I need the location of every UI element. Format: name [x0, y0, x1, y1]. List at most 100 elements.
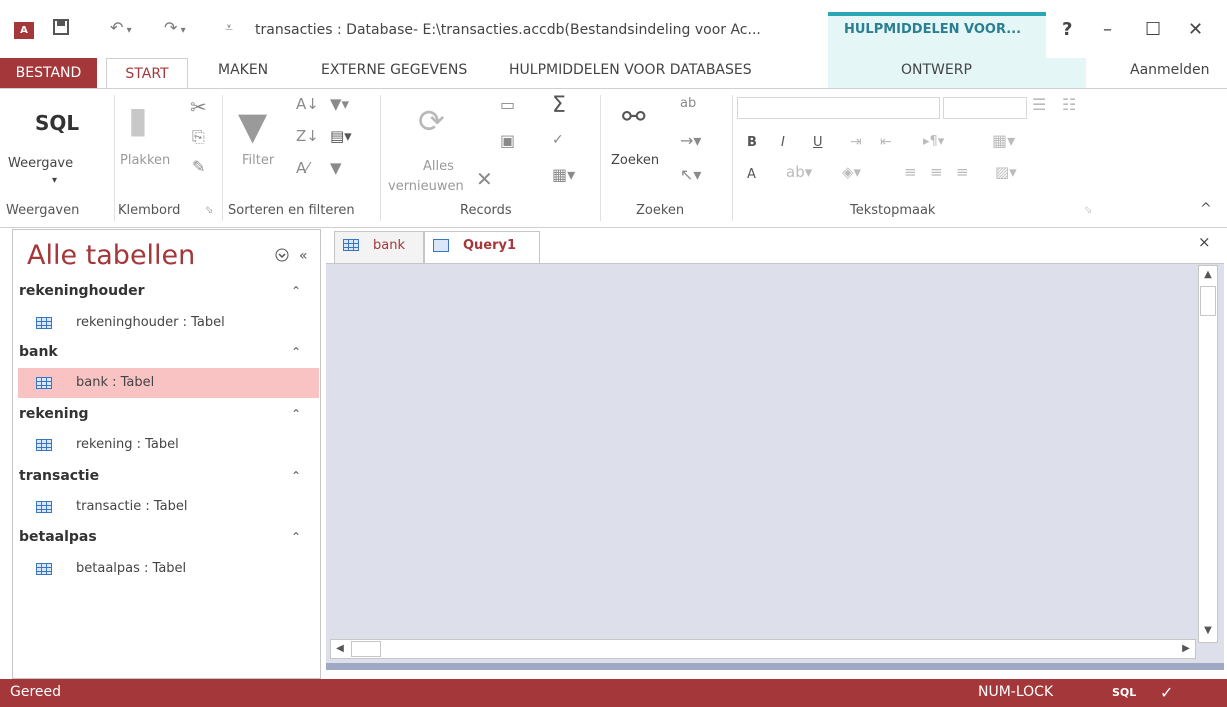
horizontal-scroll-thumb[interactable] [351, 641, 381, 657]
help-button[interactable]: ? [1062, 19, 1072, 40]
sql-view-icon[interactable]: SQL [35, 111, 79, 135]
decrease-indent-icon[interactable]: ⇤ [880, 135, 892, 149]
nav-group-header[interactable]: bank ⌃ [19, 339, 319, 365]
sort-descending-icon[interactable]: Z↓ [296, 129, 319, 144]
toggle-filter-icon[interactable]: ▼ [330, 161, 342, 176]
nav-item-table[interactable]: rekeninghouder : Tabel [18, 308, 319, 338]
nav-item-table-selected[interactable]: bank : Tabel [18, 368, 319, 398]
sort-ascending-icon[interactable]: A↓ [296, 97, 319, 112]
find-binoculars-icon[interactable]: ⚯ [622, 103, 645, 131]
replace-icon[interactable]: ab [680, 97, 696, 110]
redo-icon[interactable]: ↷ ▾ [164, 18, 186, 37]
nav-item-table[interactable]: transactie : Tabel [18, 492, 319, 522]
minimize-button[interactable]: – [1103, 19, 1112, 40]
select-icon[interactable]: ↖▾ [680, 167, 701, 183]
scroll-up-icon[interactable]: ▲ [1199, 266, 1217, 284]
refresh-all-label-2[interactable]: vernieuwen [388, 179, 464, 194]
sql-view-button[interactable]: SQL [1112, 686, 1136, 699]
tab-start[interactable]: START [106, 58, 188, 89]
tab-database-tools[interactable]: HULPMIDDELEN VOOR DATABASES [509, 62, 752, 78]
group-collapse-icon[interactable]: ⌃ [291, 524, 301, 550]
scroll-right-icon[interactable]: ▶ [1177, 640, 1195, 658]
font-color-button[interactable]: A [747, 167, 756, 182]
font-size-box[interactable] [943, 97, 1027, 119]
scroll-down-icon[interactable]: ▼ [1199, 622, 1217, 640]
nav-menu-icon[interactable] [275, 248, 289, 266]
font-name-box[interactable] [737, 97, 940, 119]
new-record-icon[interactable]: ▭ [500, 97, 515, 113]
tab-create[interactable]: MAKEN [218, 62, 268, 78]
access-app-icon[interactable]: A [14, 22, 34, 39]
doc-tab-bank[interactable]: bank [334, 231, 424, 263]
text-formatting-launcher-icon[interactable]: ⬂ [1084, 206, 1092, 216]
cut-icon[interactable]: ✂ [190, 97, 207, 117]
underline-button[interactable]: U [813, 135, 823, 150]
paste-icon[interactable]: ▮ [128, 103, 148, 139]
vertical-scroll-thumb[interactable] [1200, 286, 1216, 316]
doc-tab-query1[interactable]: Query1 [424, 231, 540, 263]
totals-icon[interactable]: Σ [552, 95, 566, 117]
pane-splitter[interactable] [326, 663, 1224, 670]
nav-item-table[interactable]: betaalpas : Tabel [18, 554, 319, 584]
group-collapse-icon[interactable]: ⌃ [291, 339, 301, 365]
clipboard-launcher-icon[interactable]: ⬂ [205, 206, 213, 216]
save-icon[interactable] [52, 18, 70, 40]
paragraph-direction-icon[interactable]: ▸¶▾ [923, 135, 944, 148]
horizontal-scrollbar[interactable]: ◀ ▶ [330, 639, 1196, 659]
bold-button[interactable]: B [747, 135, 757, 150]
align-left-icon[interactable]: ≡ [904, 165, 917, 180]
maximize-button[interactable]: ☐ [1145, 19, 1161, 40]
sign-in-link[interactable]: Aanmelden [1130, 62, 1210, 78]
close-document-icon[interactable]: × [1198, 233, 1211, 251]
nav-group-header[interactable]: rekeninghouder ⌃ [19, 278, 319, 304]
highlight-icon[interactable]: ab▾ [786, 165, 812, 180]
filter-button[interactable]: Filter [242, 153, 274, 168]
advanced-filter-icon[interactable]: ▤▾ [330, 129, 352, 144]
nav-group-header[interactable]: rekening ⌃ [19, 401, 319, 427]
find-button[interactable]: Zoeken [611, 153, 659, 168]
filter-icon[interactable]: ▼ [238, 107, 267, 145]
nav-group-header[interactable]: betaalpas ⌃ [19, 524, 319, 550]
paste-button[interactable]: Plakken [120, 153, 170, 168]
more-records-icon[interactable]: ▦▾ [552, 167, 575, 183]
clear-sort-icon[interactable]: A⁄ [296, 161, 309, 176]
collapse-ribbon-icon[interactable]: ^ [1200, 201, 1212, 217]
selection-filter-icon[interactable]: ▼▾ [330, 97, 349, 112]
group-collapse-icon[interactable]: ⌃ [291, 463, 301, 489]
refresh-all-icon[interactable]: ⟳ [418, 105, 445, 137]
view-dropdown-icon[interactable]: ▾ [52, 175, 57, 186]
customize-qat-icon[interactable]: ⩡ [225, 20, 233, 36]
group-collapse-icon[interactable]: ⌃ [291, 278, 301, 304]
undo-icon[interactable]: ↶ ▾ [110, 18, 132, 37]
fill-color-icon[interactable]: ◈▾ [842, 165, 861, 180]
nav-item-table[interactable]: rekening : Tabel [18, 430, 319, 460]
query-design-canvas[interactable] [326, 263, 1224, 665]
save-record-icon[interactable]: ▣ [500, 133, 515, 149]
group-collapse-icon[interactable]: ⌃ [291, 401, 301, 427]
close-button[interactable]: ✕ [1188, 19, 1203, 40]
format-painter-icon[interactable]: ✎ [192, 159, 205, 175]
scroll-left-icon[interactable]: ◀ [331, 640, 349, 658]
nav-collapse-icon[interactable]: « [299, 248, 308, 264]
alternate-row-color-icon[interactable]: ▨▾ [995, 165, 1017, 180]
design-view-icon[interactable]: ✓ [1160, 683, 1173, 702]
nav-pane-title[interactable]: Alle tabellen [27, 240, 195, 271]
vertical-scrollbar[interactable]: ▲ ▼ [1198, 265, 1218, 643]
copy-icon[interactable]: ⎘ [192, 129, 205, 145]
italic-button[interactable]: I [781, 135, 785, 150]
view-button[interactable]: Weergave [8, 156, 73, 171]
bullets-icon[interactable]: ☰ [1032, 97, 1046, 113]
tab-file[interactable]: BESTAND [0, 58, 97, 88]
increase-indent-icon[interactable]: ⇥ [850, 135, 862, 149]
nav-group-header[interactable]: transactie ⌃ [19, 463, 319, 489]
tab-external-data[interactable]: EXTERNE GEGEVENS [321, 62, 467, 78]
align-center-icon[interactable]: ≡ [930, 165, 943, 180]
spelling-icon[interactable]: ✓ [552, 133, 564, 147]
goto-icon[interactable]: →▾ [680, 133, 701, 149]
gridlines-icon[interactable]: ▦▾ [992, 133, 1015, 149]
refresh-all-label[interactable]: Alles [423, 159, 454, 174]
align-right-icon[interactable]: ≡ [956, 165, 969, 180]
delete-record-icon[interactable]: ✕ [476, 169, 493, 189]
numbering-icon[interactable]: ☷ [1062, 97, 1076, 113]
tab-design[interactable]: ONTWERP [901, 62, 972, 78]
